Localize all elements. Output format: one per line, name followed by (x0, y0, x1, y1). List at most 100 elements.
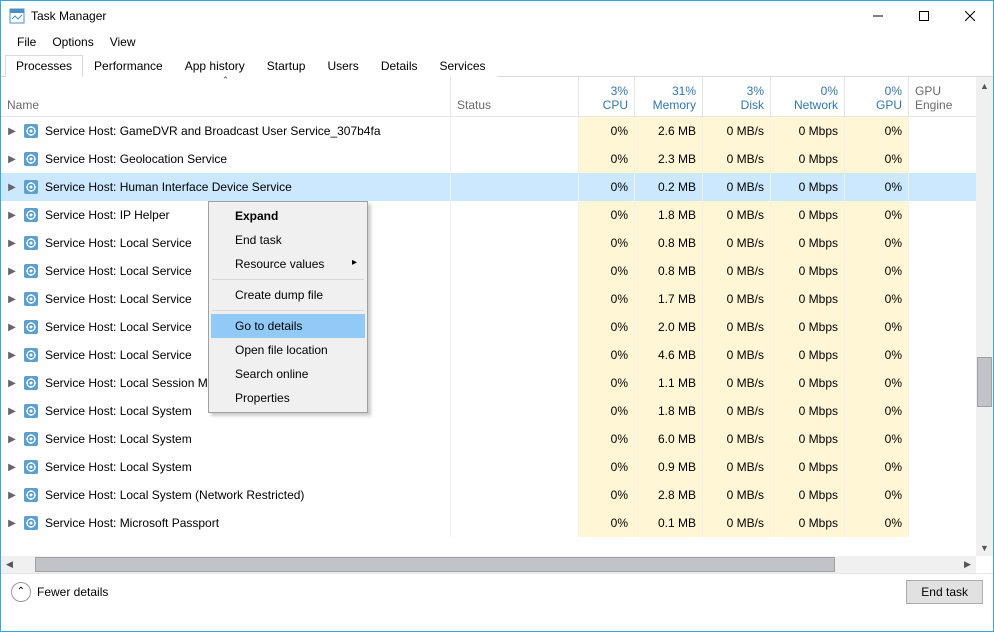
expand-icon[interactable]: ▶ (7, 378, 17, 389)
horizontal-scrollbar[interactable]: ◀ ▶ (1, 556, 976, 573)
expand-icon[interactable]: ▶ (7, 182, 17, 193)
expand-icon[interactable]: ▶ (7, 294, 17, 305)
table-row[interactable]: ▶Service Host: Local System0%6.0 MB0 MB/… (1, 425, 993, 453)
disk-cell: 0 MB/s (703, 425, 771, 453)
disk-cell: 0 MB/s (703, 453, 771, 481)
status-cell (451, 145, 579, 173)
col-memory[interactable]: 31%Memory (635, 77, 703, 117)
table-row[interactable]: ▶Service Host: Local Service0%4.6 MB0 MB… (1, 341, 993, 369)
expand-icon[interactable]: ▶ (7, 154, 17, 165)
tab-processes[interactable]: Processes (5, 55, 83, 77)
cpu-cell: 0% (579, 201, 635, 229)
col-gpu[interactable]: 0%GPU (845, 77, 909, 117)
scroll-left-icon[interactable]: ◀ (1, 556, 18, 573)
col-name[interactable]: ⌃Name (1, 77, 451, 117)
col-cpu[interactable]: 3%CPU (579, 77, 635, 117)
context-menu-item[interactable]: Create dump file (211, 283, 365, 307)
expand-icon[interactable]: ▶ (7, 210, 17, 221)
memory-cell: 0.2 MB (635, 173, 703, 201)
maximize-button[interactable] (901, 1, 947, 31)
menu-view[interactable]: View (102, 31, 144, 53)
table-row[interactable]: ▶Service Host: Local Service0%2.0 MB0 MB… (1, 313, 993, 341)
status-cell (451, 453, 579, 481)
table-row[interactable]: ▶Service Host: Local Session Manager0%1.… (1, 369, 993, 397)
expand-icon[interactable]: ▶ (7, 518, 17, 529)
close-button[interactable] (947, 1, 993, 31)
context-menu-item[interactable]: Properties (211, 386, 365, 410)
memory-cell: 2.6 MB (635, 117, 703, 145)
disk-cell: 0 MB/s (703, 285, 771, 313)
status-cell (451, 341, 579, 369)
tab-performance[interactable]: Performance (83, 55, 174, 77)
table-row[interactable]: ▶Service Host: Local System0%1.8 MB0 MB/… (1, 397, 993, 425)
menu-options[interactable]: Options (44, 31, 101, 53)
gpu-engine-cell (909, 397, 981, 425)
process-name: Service Host: Local Service (45, 348, 192, 362)
col-status[interactable]: Status (451, 77, 579, 117)
title-bar[interactable]: Task Manager (1, 1, 993, 31)
gpu-engine-cell (909, 313, 981, 341)
table-row[interactable]: ▶Service Host: IP Helper0%1.8 MB0 MB/s0 … (1, 201, 993, 229)
status-cell (451, 285, 579, 313)
col-gpu-engine[interactable]: GPU Engine (909, 77, 981, 117)
vertical-scrollbar[interactable]: ▲ ▼ (976, 77, 993, 556)
expand-icon[interactable]: ▶ (7, 322, 17, 333)
context-menu[interactable]: ExpandEnd taskResource values Create dump… (208, 201, 368, 413)
table-row[interactable]: ▶Service Host: Human Interface Device Se… (1, 173, 993, 201)
expand-icon[interactable]: ▶ (7, 490, 17, 501)
end-task-button[interactable]: End task (906, 580, 983, 604)
expand-icon[interactable]: ▶ (7, 406, 17, 417)
tab-details[interactable]: Details (370, 55, 429, 77)
grid-body[interactable]: ▶Service Host: GameDVR and Broadcast Use… (1, 117, 993, 557)
network-cell: 0 Mbps (771, 397, 845, 425)
footer: ⌃ Fewer details End task (1, 573, 993, 609)
expand-icon[interactable]: ▶ (7, 434, 17, 445)
context-menu-item[interactable]: Go to details (211, 314, 365, 338)
table-row[interactable]: ▶Service Host: Local System (Network Res… (1, 481, 993, 509)
tab-app-history[interactable]: App history (174, 55, 256, 77)
sort-indicator-icon: ⌃ (222, 75, 230, 86)
minimize-button[interactable] (855, 1, 901, 31)
context-menu-item[interactable]: Resource values (211, 252, 365, 276)
context-menu-item[interactable]: End task (211, 228, 365, 252)
process-name: Service Host: Local System (45, 432, 192, 446)
vertical-thumb[interactable] (977, 357, 992, 407)
expand-icon[interactable]: ▶ (7, 126, 17, 137)
col-disk[interactable]: 3%Disk (703, 77, 771, 117)
table-row[interactable]: ▶Service Host: Local Service0%0.8 MB0 MB… (1, 229, 993, 257)
table-row[interactable]: ▶Service Host: Geolocation Service0%2.3 … (1, 145, 993, 173)
status-cell (451, 313, 579, 341)
tab-startup[interactable]: Startup (256, 55, 317, 77)
tab-strip: Processes Performance App history Startu… (1, 53, 993, 77)
scroll-down-icon[interactable]: ▼ (976, 539, 993, 556)
cpu-cell: 0% (579, 341, 635, 369)
table-row[interactable]: ▶Service Host: Microsoft Passport0%0.1 M… (1, 509, 993, 537)
table-row[interactable]: ▶Service Host: Local Service0%0.8 MB0 MB… (1, 257, 993, 285)
status-cell (451, 117, 579, 145)
table-row[interactable]: ▶Service Host: Local Service0%1.7 MB0 MB… (1, 285, 993, 313)
context-menu-item[interactable]: Expand (211, 204, 365, 228)
table-row[interactable]: ▶Service Host: Local System0%0.9 MB0 MB/… (1, 453, 993, 481)
tab-services[interactable]: Services (429, 55, 497, 77)
status-cell (451, 173, 579, 201)
cpu-cell: 0% (579, 313, 635, 341)
expand-icon[interactable]: ▶ (7, 462, 17, 473)
context-menu-item[interactable]: Open file location (211, 338, 365, 362)
menu-file[interactable]: File (9, 31, 44, 53)
table-row[interactable]: ▶Service Host: GameDVR and Broadcast Use… (1, 117, 993, 145)
taskmgr-icon (9, 8, 25, 24)
expand-icon[interactable]: ▶ (7, 350, 17, 361)
fewer-details-button[interactable]: ⌃ Fewer details (11, 582, 108, 602)
process-name: Service Host: Local Service (45, 236, 192, 250)
network-cell: 0 Mbps (771, 453, 845, 481)
expand-icon[interactable]: ▶ (7, 266, 17, 277)
expand-icon[interactable]: ▶ (7, 238, 17, 249)
status-cell (451, 229, 579, 257)
status-cell (451, 425, 579, 453)
col-network[interactable]: 0%Network (771, 77, 845, 117)
scroll-right-icon[interactable]: ▶ (959, 556, 976, 573)
horizontal-thumb[interactable] (35, 557, 835, 572)
context-menu-item[interactable]: Search online (211, 362, 365, 386)
scroll-up-icon[interactable]: ▲ (976, 77, 993, 94)
tab-users[interactable]: Users (316, 55, 369, 77)
